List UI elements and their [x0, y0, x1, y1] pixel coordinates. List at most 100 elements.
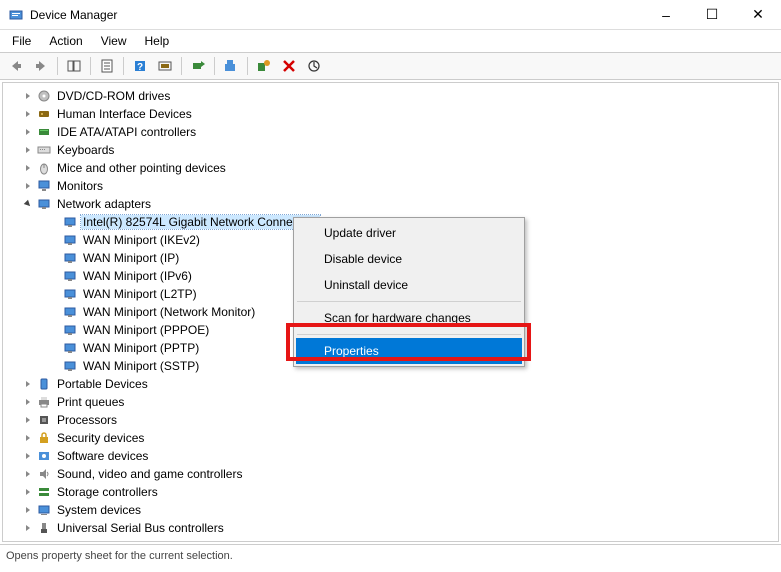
uninstall-button[interactable] [252, 55, 276, 77]
expand-icon[interactable] [21, 377, 35, 391]
category-row[interactable]: Human Interface Devices [3, 105, 778, 123]
menu-help[interactable]: Help [137, 32, 178, 50]
network-icon [36, 196, 52, 212]
ctx-disable-device[interactable]: Disable device [296, 246, 522, 272]
device-label: WAN Miniport (PPTP) [81, 341, 201, 355]
toolbar-separator [181, 57, 182, 75]
expand-icon[interactable] [21, 431, 35, 445]
menu-action[interactable]: Action [41, 32, 90, 50]
device-tree[interactable]: DVD/CD-ROM drives Human Interface Devices… [2, 82, 779, 542]
category-label: Monitors [55, 179, 105, 193]
expand-icon[interactable] [21, 521, 35, 535]
category-label: System devices [55, 503, 143, 517]
app-icon [8, 7, 24, 23]
toolbar-separator [57, 57, 58, 75]
menu-view[interactable]: View [93, 32, 135, 50]
device-label: WAN Miniport (IKEv2) [81, 233, 202, 247]
category-row[interactable]: Universal Serial Bus controllers [3, 519, 778, 537]
keyboard-icon [36, 142, 52, 158]
category-label: Network adapters [55, 197, 153, 211]
storage-icon [36, 484, 52, 500]
expand-icon[interactable] [21, 413, 35, 427]
ctx-uninstall-device[interactable]: Uninstall device [296, 272, 522, 298]
device-label: WAN Miniport (IP) [81, 251, 181, 265]
window-controls: – ☐ ✕ [643, 0, 781, 30]
help-button[interactable]: ? [128, 55, 152, 77]
portable-icon [36, 376, 52, 392]
ctx-update-driver[interactable]: Update driver [296, 220, 522, 246]
network-adapter-icon [62, 286, 78, 302]
back-button[interactable] [4, 55, 28, 77]
expand-icon[interactable] [21, 395, 35, 409]
category-label: Print queues [55, 395, 126, 409]
status-text: Opens property sheet for the current sel… [6, 550, 233, 562]
device-label: WAN Miniport (PPPOE) [81, 323, 211, 337]
toolbar-separator [247, 57, 248, 75]
category-row[interactable]: Monitors [3, 177, 778, 195]
category-label: Sound, video and game controllers [55, 467, 244, 481]
category-row[interactable]: Security devices [3, 429, 778, 447]
category-network-adapters[interactable]: Network adapters [3, 195, 778, 213]
expand-icon[interactable] [21, 503, 35, 517]
category-row[interactable]: Keyboards [3, 141, 778, 159]
expand-icon[interactable] [21, 485, 35, 499]
disc-icon [36, 88, 52, 104]
hid-icon [36, 106, 52, 122]
category-label: Human Interface Devices [55, 107, 194, 121]
expand-icon[interactable] [21, 161, 35, 175]
network-adapter-icon [62, 304, 78, 320]
disable-button[interactable] [302, 55, 326, 77]
device-label: WAN Miniport (Network Monitor) [81, 305, 257, 319]
device-label: WAN Miniport (SSTP) [81, 359, 201, 373]
category-row[interactable]: Portable Devices [3, 375, 778, 393]
close-button[interactable]: ✕ [735, 0, 781, 30]
expand-icon[interactable] [21, 125, 35, 139]
ata-icon [36, 124, 52, 140]
category-row[interactable]: Mice and other pointing devices [3, 159, 778, 177]
category-row[interactable]: Storage controllers [3, 483, 778, 501]
expand-icon[interactable] [21, 89, 35, 103]
ctx-separator [297, 334, 521, 335]
category-label: Keyboards [55, 143, 116, 157]
expand-icon[interactable] [21, 467, 35, 481]
titlebar: Device Manager – ☐ ✕ [0, 0, 781, 30]
minimize-button[interactable]: – [643, 0, 689, 30]
category-row[interactable]: System devices [3, 501, 778, 519]
collapse-icon[interactable] [21, 197, 35, 211]
svg-text:?: ? [137, 62, 143, 73]
sound-icon [36, 466, 52, 482]
properties-button[interactable] [95, 55, 119, 77]
update-driver-button[interactable] [219, 55, 243, 77]
network-adapter-icon [62, 268, 78, 284]
show-hide-tree-button[interactable] [62, 55, 86, 77]
category-row[interactable]: Sound, video and game controllers [3, 465, 778, 483]
network-adapter-icon [62, 250, 78, 266]
mouse-icon [36, 160, 52, 176]
category-row[interactable]: Processors [3, 411, 778, 429]
ctx-properties[interactable]: Properties [296, 338, 522, 364]
category-row[interactable]: Print queues [3, 393, 778, 411]
toolbar-separator [90, 57, 91, 75]
window-title: Device Manager [30, 8, 643, 22]
delete-button[interactable] [277, 55, 301, 77]
category-row[interactable]: IDE ATA/ATAPI controllers [3, 123, 778, 141]
maximize-button[interactable]: ☐ [689, 0, 735, 30]
category-label: Portable Devices [55, 377, 150, 391]
toolbar-separator [123, 57, 124, 75]
network-adapter-icon [62, 232, 78, 248]
network-adapter-icon [62, 322, 78, 338]
expand-icon[interactable] [21, 449, 35, 463]
forward-button[interactable] [29, 55, 53, 77]
category-row[interactable]: Software devices [3, 447, 778, 465]
ctx-scan-hardware[interactable]: Scan for hardware changes [296, 305, 522, 331]
category-label: Storage controllers [55, 485, 160, 499]
expand-icon[interactable] [21, 107, 35, 121]
expand-icon[interactable] [21, 179, 35, 193]
expand-icon[interactable] [21, 143, 35, 157]
scan-hardware-button[interactable] [186, 55, 210, 77]
category-label: DVD/CD-ROM drives [55, 89, 172, 103]
menu-file[interactable]: File [4, 32, 39, 50]
category-row[interactable]: DVD/CD-ROM drives [3, 87, 778, 105]
action-button[interactable] [153, 55, 177, 77]
network-adapter-icon [62, 340, 78, 356]
